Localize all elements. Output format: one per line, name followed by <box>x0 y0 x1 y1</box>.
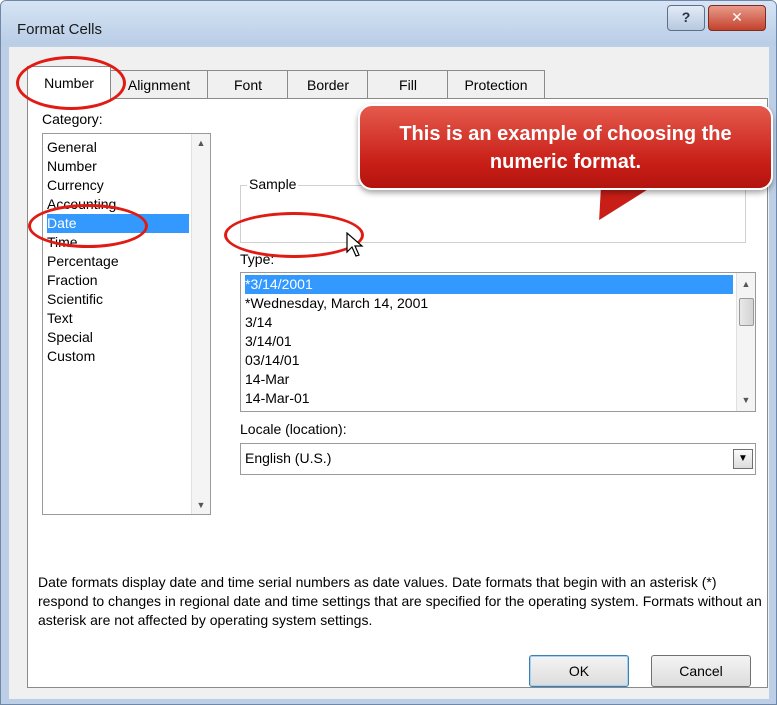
annotation-callout: This is an example of choosing the numer… <box>358 104 773 190</box>
mouse-cursor-icon <box>346 232 364 257</box>
